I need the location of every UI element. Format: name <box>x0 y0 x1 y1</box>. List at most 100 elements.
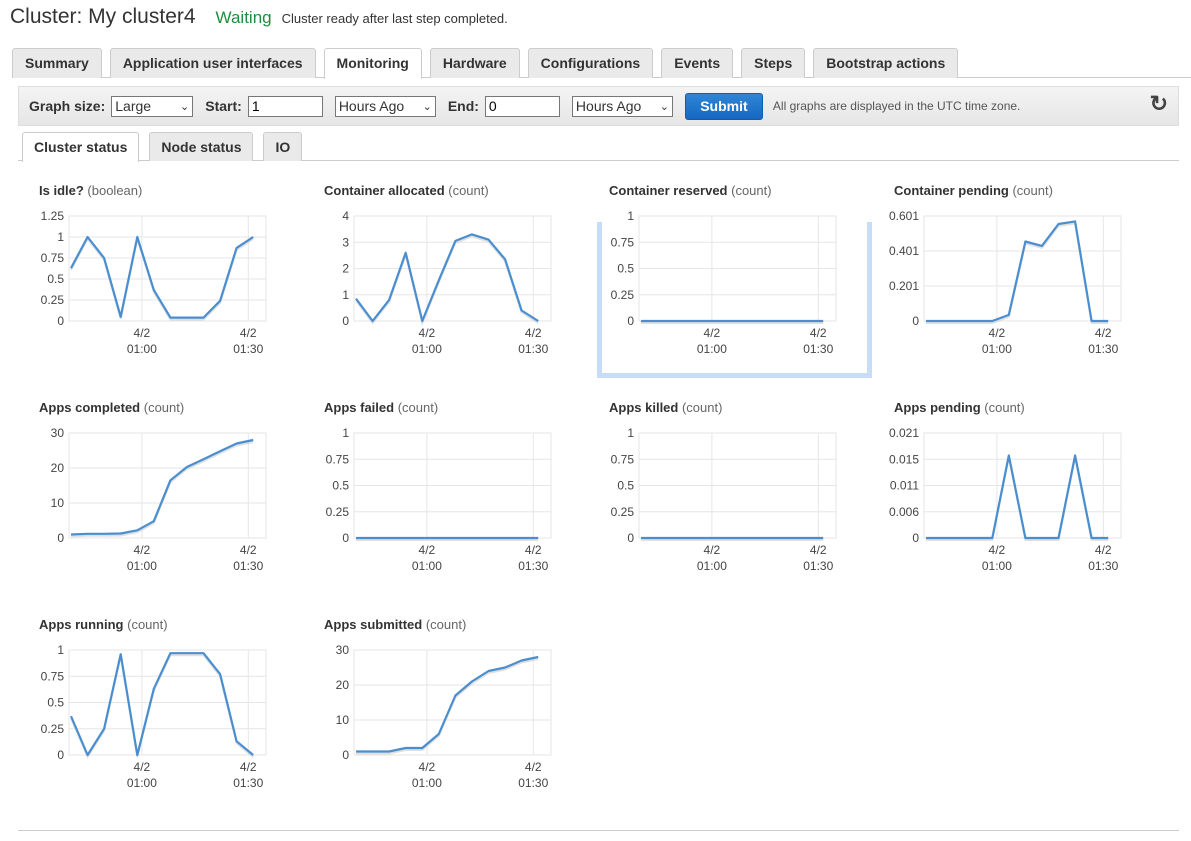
timezone-note: All graphs are displayed in the UTC time… <box>772 99 1021 113</box>
end-label: End: <box>447 98 479 114</box>
y-tick-label: 0.25 <box>326 505 350 519</box>
page-header: Cluster: My cluster4 Waiting Cluster rea… <box>10 5 508 29</box>
x-tick-time: 01:30 <box>803 559 833 573</box>
graph-unit: (count) <box>140 400 185 415</box>
x-tick-time: 01:00 <box>697 559 727 573</box>
tab-monitoring[interactable]: Monitoring <box>323 48 422 79</box>
graph-title-text: Apps killed <box>609 400 679 415</box>
graph-apps-running[interactable]: Apps running (count) 1 0.75 0.5 0.25 0 4/2 01:0… <box>1 617 271 817</box>
x-tick-time: 01:00 <box>697 342 727 356</box>
graph-title-text: Apps completed <box>39 400 141 415</box>
subtab-cluster-status[interactable]: Cluster status <box>22 132 140 162</box>
cluster-status-message: Cluster ready after last step completed. <box>281 11 508 26</box>
y-tick-label: 0.5 <box>617 262 634 276</box>
graph-title-text: Container pending <box>894 183 1009 198</box>
x-tick-date: 4/2 <box>989 543 1006 557</box>
y-tick-label: 0.75 <box>611 452 635 466</box>
y-tick-label: 0.75 <box>41 669 65 683</box>
graph-size-select[interactable]: Large ⌄ <box>111 95 194 117</box>
chevron-down-icon: ⌄ <box>659 100 669 113</box>
tab-configurations[interactable]: Configurations <box>527 48 654 78</box>
x-tick-date: 4/2 <box>419 543 436 557</box>
graph-container-reserved[interactable]: Container reserved (count) 1 0.75 0.5 0.25 0 4… <box>571 183 841 383</box>
graph-apps-failed[interactable]: Apps failed (count) 1 0.75 0.5 0.25 0 4/2 01:00… <box>286 400 556 600</box>
y-tick-label: 0.25 <box>41 722 65 736</box>
x-tick-time: 01:30 <box>233 776 263 790</box>
graph-apps-killed[interactable]: Apps killed (count) 1 0.75 0.5 0.25 0 4/2 01:00… <box>571 400 841 600</box>
main-tabs: Summary Application user interfaces Moni… <box>12 48 1191 79</box>
graph-title-text: Apps submitted <box>324 617 423 632</box>
y-tick-label: 0.25 <box>611 288 635 302</box>
x-tick-date: 4/2 <box>810 543 827 557</box>
cluster-title: Cluster: My cluster4 <box>10 5 196 28</box>
y-tick-label: 0.75 <box>41 251 65 265</box>
submit-button[interactable]: Submit <box>684 92 763 120</box>
x-tick-time: 01:00 <box>412 776 442 790</box>
x-tick-date: 4/2 <box>1095 543 1112 557</box>
x-tick-date: 4/2 <box>1095 326 1112 340</box>
x-tick-date: 4/2 <box>419 760 436 774</box>
series-line <box>355 233 539 323</box>
graph-is-idle[interactable]: Is idle? (boolean) 1.25 1 0.75 0.5 0.25 0 4/2 01… <box>1 183 271 383</box>
graph-title: Container allocated (count) <box>324 183 489 198</box>
x-tick-date: 4/2 <box>525 326 542 340</box>
x-tick-date: 4/2 <box>240 760 257 774</box>
y-tick-label: 3 <box>342 235 349 249</box>
start-input[interactable] <box>247 95 323 117</box>
graph-unit: (count) <box>444 183 489 198</box>
line-chart: 0.601 0.401 0.201 0 4/2 01:00 4/2 01:30 <box>889 209 1122 356</box>
y-tick-label: 0.015 <box>889 452 919 466</box>
line-chart: 30 20 10 0 4/2 01:00 4/2 01:30 <box>51 426 267 573</box>
x-tick-date: 4/2 <box>704 543 721 557</box>
graph-title-text: Apps running <box>39 617 124 632</box>
tab-hardware[interactable]: Hardware <box>429 48 520 78</box>
x-tick-time: 01:30 <box>233 342 263 356</box>
line-chart: 1 0.75 0.5 0.25 0 4/2 01:00 4/2 01:30 <box>41 643 267 790</box>
y-tick-label: 0.006 <box>889 505 919 519</box>
x-tick-date: 4/2 <box>419 326 436 340</box>
graph-unit: (count) <box>678 400 723 415</box>
start-unit-select[interactable]: Hours Ago ⌄ <box>334 95 436 117</box>
subtab-node-status[interactable]: Node status <box>149 132 254 161</box>
subtab-io[interactable]: IO <box>263 132 303 161</box>
graph-size-label: Graph size: <box>29 98 106 114</box>
x-tick-date: 4/2 <box>525 760 542 774</box>
y-tick-label: 0.25 <box>611 505 635 519</box>
graph-container-pending[interactable]: Container pending (count) 0.601 0.401 0.201… <box>856 183 1126 383</box>
graph-size-value: Large <box>115 98 152 114</box>
x-tick-date: 4/2 <box>134 543 151 557</box>
y-tick-label: 0.201 <box>889 279 919 293</box>
end-unit-select[interactable]: Hours Ago ⌄ <box>571 95 673 117</box>
tab-application-user-interfaces[interactable]: Application user interfaces <box>109 48 316 78</box>
tab-events[interactable]: Events <box>661 48 734 78</box>
series-line <box>926 220 1109 323</box>
refresh-icon[interactable]: ↻ <box>1150 91 1168 117</box>
chevron-down-icon: ⌄ <box>180 100 190 113</box>
start-unit-value: Hours Ago <box>338 98 405 114</box>
y-tick-label: 1 <box>627 209 634 223</box>
line-chart: 0.021 0.015 0.011 0.006 0 4/2 01:00 4/2 01:30 <box>889 426 1122 573</box>
graph-title: Container pending (count) <box>894 183 1053 198</box>
tab-bootstrap-actions[interactable]: Bootstrap actions <box>813 48 959 78</box>
graph-apps-pending[interactable]: Apps pending (count) 0.021 0.015 0.011 0.006… <box>856 400 1126 600</box>
x-tick-time: 01:30 <box>518 776 548 790</box>
x-tick-time: 01:00 <box>127 776 157 790</box>
tab-steps[interactable]: Steps <box>741 48 806 78</box>
graph-container-allocated[interactable]: Container allocated (count) 4 3 2 1 0 4/2 01:00… <box>286 183 556 383</box>
x-tick-time: 01:00 <box>127 342 157 356</box>
graph-apps-completed[interactable]: Apps completed (count) 30 20 10 0 4/2 01:00 4/2… <box>1 400 271 600</box>
end-input[interactable] <box>484 95 560 117</box>
cluster-status: Waiting <box>215 8 272 27</box>
graph-title: Apps killed (count) <box>609 400 722 415</box>
x-tick-time: 01:30 <box>518 559 548 573</box>
tab-summary[interactable]: Summary <box>12 48 102 78</box>
graph-apps-submitted[interactable]: Apps submitted (count) 30 20 10 0 4/2 01:00 4/2… <box>286 617 556 817</box>
y-tick-label: 30 <box>51 426 65 440</box>
y-tick-label: 1.25 <box>41 209 65 223</box>
series-shadow <box>70 441 254 538</box>
y-tick-label: 30 <box>336 643 350 657</box>
series-line <box>356 655 539 753</box>
x-tick-date: 4/2 <box>134 760 151 774</box>
graph-title: Apps failed (count) <box>324 400 438 415</box>
y-tick-label: 1 <box>627 426 634 440</box>
